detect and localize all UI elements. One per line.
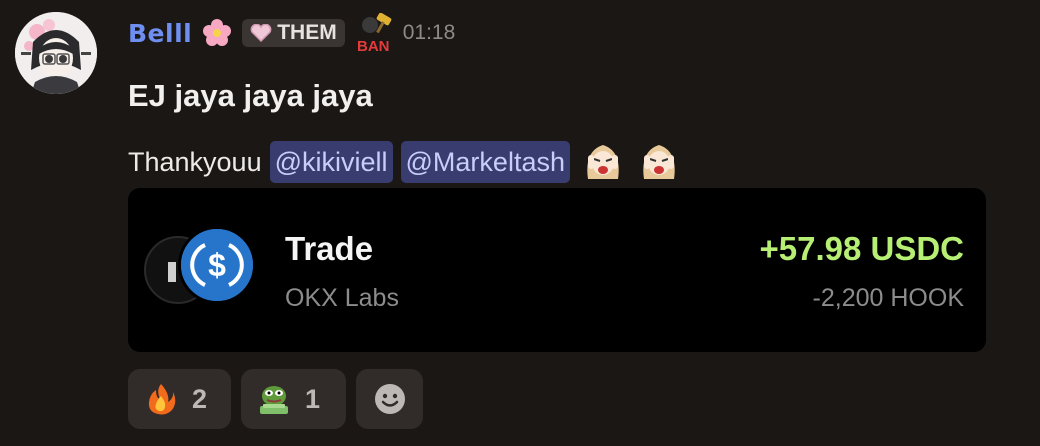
message-body-text: Thankyouu [128,146,262,177]
message-header: Belll THEM BAN 01:18 [128,12,456,55]
user-mention-markeltash[interactable]: @Markeltash [400,141,570,183]
reaction-count: 1 [305,383,321,414]
fire-icon [148,384,176,415]
heart-icon [250,24,272,42]
ban-badge-text: BAN [357,38,390,53]
cherry-blossom-icon [203,19,232,46]
role-tag[interactable]: THEM [242,19,345,47]
anime-girl-emoji-icon [643,145,675,179]
trade-title: Trade [285,230,374,267]
trade-source: OKX Labs [285,284,399,312]
message-title: EJ jaya jaya jaya [128,78,373,113]
ban-hammer-icon: BAN [355,12,395,55]
reaction-count: 2 [192,383,208,414]
pepe-money-icon [260,386,288,414]
sent-amount: -2,200 HOOK [812,284,964,312]
username[interactable]: Belll [128,19,192,48]
message-timestamp[interactable]: 01:18 [403,21,456,45]
trade-card[interactable]: $ Trade OKX Labs +57.98 USDC -2,200 HOOK [128,188,986,352]
usdc-coin-icon: $ [178,226,256,304]
svg-text:$: $ [208,247,226,283]
role-tag-label: THEM [277,21,337,44]
add-reaction-button[interactable] [356,369,423,429]
smiley-face-icon [374,384,405,414]
user-mention-kikiviell[interactable]: @kikiviell [269,141,393,183]
message-body: Thankyouu @kikiviell @Markeltash [128,138,682,186]
reaction-bar: 2 1 [128,369,423,429]
anime-avatar-icon [15,12,97,94]
reaction-pepe-money[interactable]: 1 [241,369,346,429]
received-amount: +57.98 USDC [759,230,964,267]
user-avatar[interactable] [15,12,97,94]
anime-girl-emoji-icon [587,145,619,179]
chat-message: Belll THEM BAN 01:18 EJ jaya jaya jaya T… [0,0,1040,446]
reaction-fire[interactable]: 2 [128,369,231,429]
